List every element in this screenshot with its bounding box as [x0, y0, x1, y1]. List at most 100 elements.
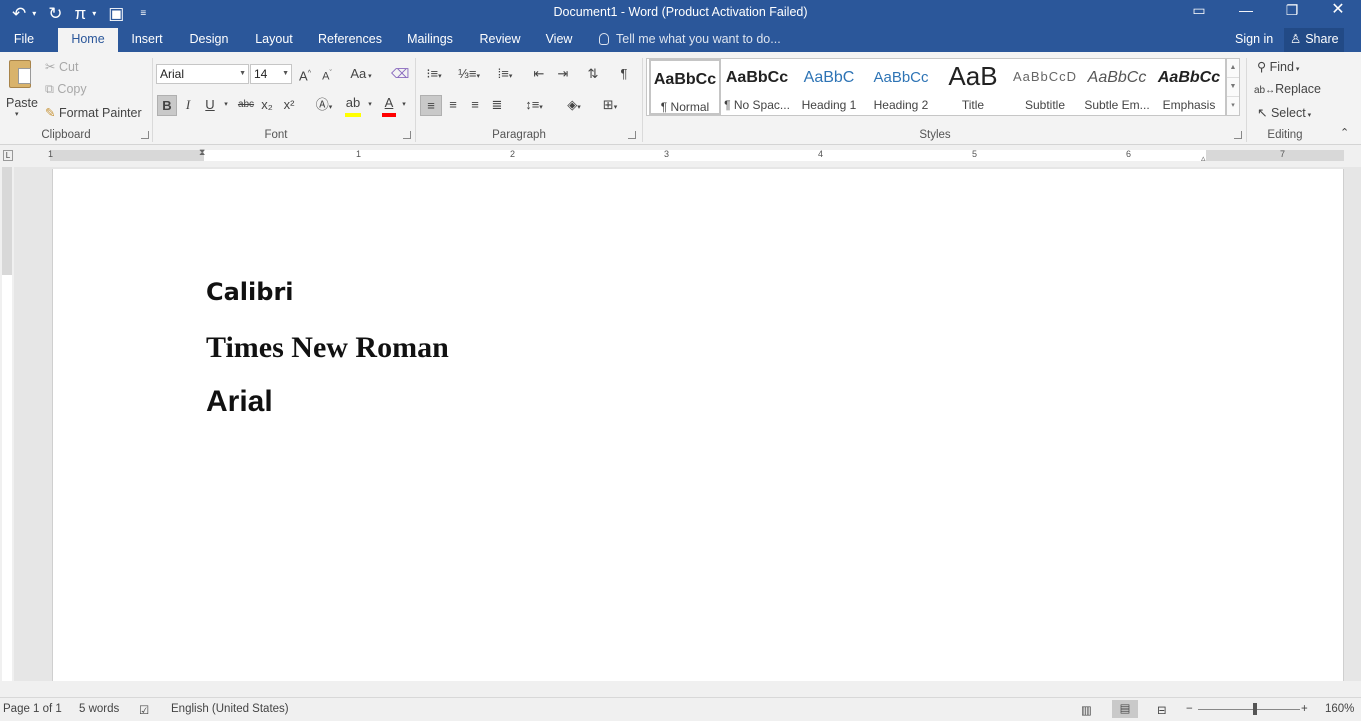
zoom-level[interactable]: 160%: [1325, 703, 1354, 715]
window-title: Document1 - Word (Product Activation Fai…: [553, 5, 808, 19]
read-mode-icon[interactable]: ▥: [1081, 703, 1092, 717]
sign-in-link[interactable]: Sign in: [1235, 28, 1273, 51]
clipboard-launcher-icon[interactable]: [141, 131, 149, 139]
zoom-slider[interactable]: [1198, 709, 1300, 710]
tab-selector[interactable]: L: [3, 150, 13, 161]
collapse-ribbon-icon[interactable]: ⌃: [1340, 126, 1349, 139]
tab-view[interactable]: View: [538, 28, 580, 52]
font-size-combo[interactable]: 14 ▼: [250, 64, 292, 84]
change-case-button[interactable]: Aa ▾: [346, 66, 376, 85]
share-button[interactable]: ♙ Share: [1284, 28, 1344, 52]
sort-icon[interactable]: ⇅: [584, 66, 602, 82]
scroll-down-icon[interactable]: ▼: [1227, 78, 1239, 97]
bold-button[interactable]: B: [157, 95, 177, 116]
zoom-in-icon[interactable]: +: [1301, 703, 1308, 715]
style-heading-2[interactable]: AaBbCc Heading 2: [865, 59, 937, 115]
highlight-icon[interactable]: ab: [344, 95, 362, 117]
proofing-icon[interactable]: ☑: [139, 703, 149, 717]
zoom-out-icon[interactable]: −: [1186, 703, 1193, 715]
select-button[interactable]: ↖ Select ▾: [1257, 105, 1311, 120]
tab-mailings[interactable]: Mailings: [400, 28, 460, 52]
doc-line-arial[interactable]: Arial: [206, 385, 273, 419]
close-icon[interactable]: ✕: [1315, 0, 1361, 24]
replace-button[interactable]: ab↔Replace: [1254, 82, 1321, 96]
paragraph-launcher-icon[interactable]: [628, 131, 636, 139]
strikethrough-button[interactable]: abc: [235, 97, 257, 113]
horizontal-ruler: L 1 1 2 3 4 5 6 7 ⧗ ▵: [0, 145, 1361, 167]
tell-me-search[interactable]: Tell me what you want to do...: [599, 28, 781, 51]
styles-launcher-icon[interactable]: [1234, 131, 1242, 139]
print-layout-icon[interactable]: ▤: [1112, 700, 1138, 718]
tab-review[interactable]: Review: [474, 28, 526, 52]
word-count[interactable]: 5 words: [79, 703, 119, 715]
style-subtle-emphasis[interactable]: AaBbCc Subtle Em...: [1081, 59, 1153, 115]
paste-button[interactable]: Paste ▾: [4, 56, 38, 122]
restore-icon[interactable]: ❐: [1269, 0, 1315, 24]
underline-dropdown-icon[interactable]: ▾: [221, 97, 231, 113]
clipboard-group: Paste ▾ ✂ Cut ⧉ Copy ✎ Format Painter Cl…: [0, 52, 152, 144]
style-emphasis[interactable]: AaBbCc Emphasis: [1153, 59, 1225, 115]
grow-font-icon[interactable]: A^: [297, 66, 313, 84]
document-page[interactable]: Calibri Times New Roman Arial: [52, 169, 1344, 681]
underline-button[interactable]: U: [203, 97, 217, 113]
scroll-up-icon[interactable]: ▲: [1227, 59, 1239, 78]
show-formatting-icon[interactable]: ¶: [616, 66, 632, 82]
align-left-icon[interactable]: ≡: [420, 95, 442, 116]
web-layout-icon[interactable]: ⊟: [1157, 703, 1167, 717]
superscript-button[interactable]: x²: [281, 97, 297, 113]
italic-button[interactable]: I: [181, 97, 195, 113]
highlight-dropdown-icon[interactable]: ▾: [365, 97, 375, 113]
cursor-icon: ↖: [1257, 106, 1268, 120]
tab-layout[interactable]: Layout: [248, 28, 300, 52]
font-color-icon[interactable]: A: [381, 95, 397, 117]
font-color-dropdown-icon[interactable]: ▾: [399, 97, 409, 113]
style-name: Heading 2: [873, 98, 929, 112]
align-center-icon[interactable]: ≡: [444, 97, 462, 113]
copy-button[interactable]: ⧉ Copy: [45, 82, 87, 97]
multilevel-list-icon[interactable]: ⁞≡▾: [490, 66, 520, 85]
shrink-font-icon[interactable]: Aˇ: [319, 66, 335, 85]
find-label: Find: [1269, 60, 1294, 74]
tab-insert[interactable]: Insert: [124, 28, 170, 52]
find-button[interactable]: ⚲ Find ▾: [1257, 59, 1299, 74]
text-effects-icon[interactable]: Ⓐ▾: [313, 97, 335, 116]
zoom-slider-thumb[interactable]: [1253, 703, 1257, 715]
style-subtitle[interactable]: AaBbCcD Subtitle: [1009, 59, 1081, 115]
minimize-icon[interactable]: —: [1223, 0, 1269, 24]
font-name-combo[interactable]: Arial ▼: [156, 64, 249, 84]
shading-icon[interactable]: ◈▾: [560, 97, 588, 116]
doc-line-times[interactable]: Times New Roman: [206, 331, 449, 365]
align-right-icon[interactable]: ≡: [466, 97, 484, 113]
format-painter-button[interactable]: ✎ Format Painter: [45, 105, 142, 120]
cut-button[interactable]: ✂ Cut: [45, 59, 78, 74]
tab-home[interactable]: Home: [58, 28, 118, 52]
font-group: Arial ▼ 14 ▼ A^ Aˇ Aa ▾ ⌫ B I U ▾ abc x₂ x…: [153, 52, 415, 144]
justify-icon[interactable]: ≣: [488, 97, 506, 113]
clear-formatting-icon[interactable]: ⌫: [391, 66, 409, 82]
tab-references[interactable]: References: [314, 28, 386, 52]
tab-file[interactable]: File: [4, 28, 44, 52]
page-count[interactable]: Page 1 of 1: [3, 703, 62, 715]
numbering-icon[interactable]: ⅓≡▾: [456, 66, 482, 85]
ribbon-display-options-icon[interactable]: ▭: [1176, 0, 1222, 24]
language-indicator[interactable]: English (United States): [171, 703, 289, 715]
style-title[interactable]: AaB Title: [937, 59, 1009, 115]
ribbon: Paste ▾ ✂ Cut ⧉ Copy ✎ Format Painter Cl…: [0, 52, 1361, 145]
bullets-icon[interactable]: ⁝≡▾: [422, 66, 446, 85]
style-heading-1[interactable]: AaBbC Heading 1: [793, 59, 865, 115]
style-no-spacing[interactable]: AaBbCc ¶ No Spac...: [721, 59, 793, 115]
paragraph-group: ⁝≡▾ ⅓≡▾ ⁞≡▾ ⇤ ⇥ ⇅ ¶ ≡ ≡ ≡ ≣ ↕≡▾ ◈▾ ⊞▾ Pa…: [416, 52, 642, 144]
line-spacing-icon[interactable]: ↕≡▾: [520, 97, 548, 116]
style-normal[interactable]: AaBbCc ¶ Normal: [649, 59, 721, 115]
increase-indent-icon[interactable]: ⇥: [554, 66, 572, 82]
subscript-button[interactable]: x₂: [259, 97, 275, 113]
paste-dropdown-icon[interactable]: ▾: [15, 110, 19, 118]
font-launcher-icon[interactable]: [403, 131, 411, 139]
indent-marker[interactable]: ⧗: [199, 147, 205, 158]
borders-icon[interactable]: ⊞▾: [596, 97, 624, 116]
right-indent-marker[interactable]: ▵: [1201, 153, 1206, 164]
decrease-indent-icon[interactable]: ⇤: [530, 66, 548, 82]
doc-line-calibri[interactable]: Calibri: [206, 278, 294, 306]
tab-design[interactable]: Design: [182, 28, 236, 52]
more-styles-icon[interactable]: ▾: [1227, 97, 1239, 116]
